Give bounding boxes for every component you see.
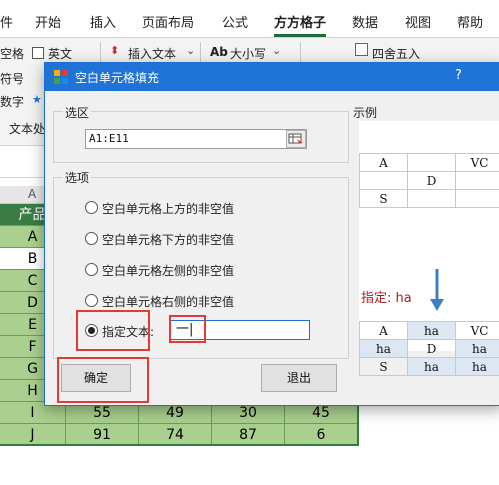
range-group-label: 选区: [63, 104, 92, 121]
english-checkbox-label: 英文: [48, 47, 73, 61]
option-below-label: 空白单元格下方的非空值: [102, 233, 235, 247]
insert-text-icon: ⬍: [110, 44, 120, 57]
dialog-title-bar[interactable]: 空白单元格填充 ?: [45, 63, 499, 91]
example-cell: S: [359, 189, 408, 208]
option-right-label: 空白单元格右侧的非空值: [102, 295, 235, 309]
table-row: J 91 74 87 6: [0, 424, 359, 446]
dialog-title: 空白单元格填充: [75, 71, 160, 85]
example-note-value: ha: [395, 291, 412, 306]
case-button[interactable]: 大小写: [230, 45, 266, 62]
example-cell: [407, 189, 456, 208]
tab-fangfang[interactable]: 方方格子: [274, 12, 327, 37]
tab-home[interactable]: 开始: [35, 12, 61, 31]
text-process-group-label: 文本处: [9, 122, 46, 136]
example-cell: [455, 189, 499, 208]
example-group-label: 示例: [351, 104, 380, 121]
case-icon: Ab: [210, 45, 228, 59]
example-panel: A VC D S 指定: ha A ha VC ha D ha S ha ha: [359, 121, 499, 376]
example-before-table: A VC D S: [359, 153, 499, 208]
chevron-down-icon: ⌄: [272, 44, 282, 57]
radio-left[interactable]: [85, 263, 98, 276]
example-after-table: A ha VC ha D ha S ha ha: [359, 321, 499, 376]
example-cell-filled: ha: [455, 357, 499, 376]
options-group-label: 选项: [63, 169, 92, 186]
ribbon-label-space[interactable]: 空格: [0, 45, 24, 62]
example-cell: A: [359, 321, 408, 340]
table-cell[interactable]: 74: [139, 424, 212, 446]
tab-insert[interactable]: 插入: [90, 12, 116, 31]
example-note: 指定: ha: [361, 287, 412, 306]
example-cell-filled: ha: [455, 339, 499, 358]
radio-below[interactable]: [85, 232, 98, 245]
example-cell-filled: ha: [359, 339, 408, 358]
example-cell: [359, 171, 408, 190]
option-left-label: 空白单元格左侧的非空值: [102, 264, 235, 278]
round-button[interactable]: 四舍五入: [372, 45, 420, 62]
tab-help[interactable]: 帮助: [457, 12, 483, 31]
example-note-label: 指定:: [361, 291, 392, 306]
column-header-a[interactable]: A: [28, 187, 36, 201]
range-picker-button[interactable]: [286, 130, 306, 148]
tab-formulas[interactable]: 公式: [222, 12, 248, 31]
highlight-ok-button: [57, 357, 149, 403]
english-checkbox[interactable]: [32, 47, 44, 59]
highlight-custom-option: [76, 310, 150, 351]
ribbon-label-number[interactable]: 数字: [0, 93, 24, 110]
ribbon-label-symbol[interactable]: 符号: [0, 70, 24, 87]
example-cell-filled: ha: [407, 357, 456, 376]
radio-above[interactable]: [85, 201, 98, 214]
tab-file[interactable]: 件: [0, 12, 13, 31]
round-icon: [355, 43, 368, 56]
star-icon: ★: [32, 93, 42, 106]
table-cell[interactable]: 87: [212, 424, 285, 446]
arrow-down-icon: [430, 269, 444, 311]
example-cell: A: [359, 153, 408, 172]
example-cell: [455, 171, 499, 190]
example-cell: D: [407, 171, 456, 190]
option-above-label: 空白单元格上方的非空值: [102, 202, 235, 216]
example-cell: D: [407, 339, 456, 358]
example-cell-filled: ha: [407, 321, 456, 340]
tab-page-layout[interactable]: 页面布局: [142, 12, 194, 31]
range-picker-icon: [288, 133, 303, 144]
range-input[interactable]: A1:E11: [85, 129, 307, 149]
table-cell[interactable]: 6: [285, 424, 358, 446]
ribbon-tab-bar: 件 开始 插入 页面布局 公式 方方格子 数据 视图 帮助: [0, 0, 499, 38]
table-cell[interactable]: 91: [66, 424, 139, 446]
example-cell: [407, 153, 456, 172]
insert-text-button[interactable]: 插入文本: [128, 45, 176, 62]
highlight-custom-input: [169, 315, 206, 343]
tab-data[interactable]: 数据: [352, 12, 378, 31]
chevron-down-icon: ⌄: [186, 44, 196, 57]
tab-view[interactable]: 视图: [405, 12, 431, 31]
example-cell: VC: [455, 153, 499, 172]
example-cell: S: [359, 357, 408, 376]
radio-right[interactable]: [85, 294, 98, 307]
app-icon: [54, 70, 68, 84]
fill-blank-cells-dialog: 空白单元格填充 ? 选区 A1:E11 选项 空白单元格上方的非空值 空白单元格…: [44, 62, 499, 406]
help-button[interactable]: ?: [455, 68, 462, 83]
exit-button[interactable]: 退出: [261, 364, 337, 392]
table-cell[interactable]: J: [0, 424, 66, 446]
example-cell: VC: [455, 321, 499, 340]
